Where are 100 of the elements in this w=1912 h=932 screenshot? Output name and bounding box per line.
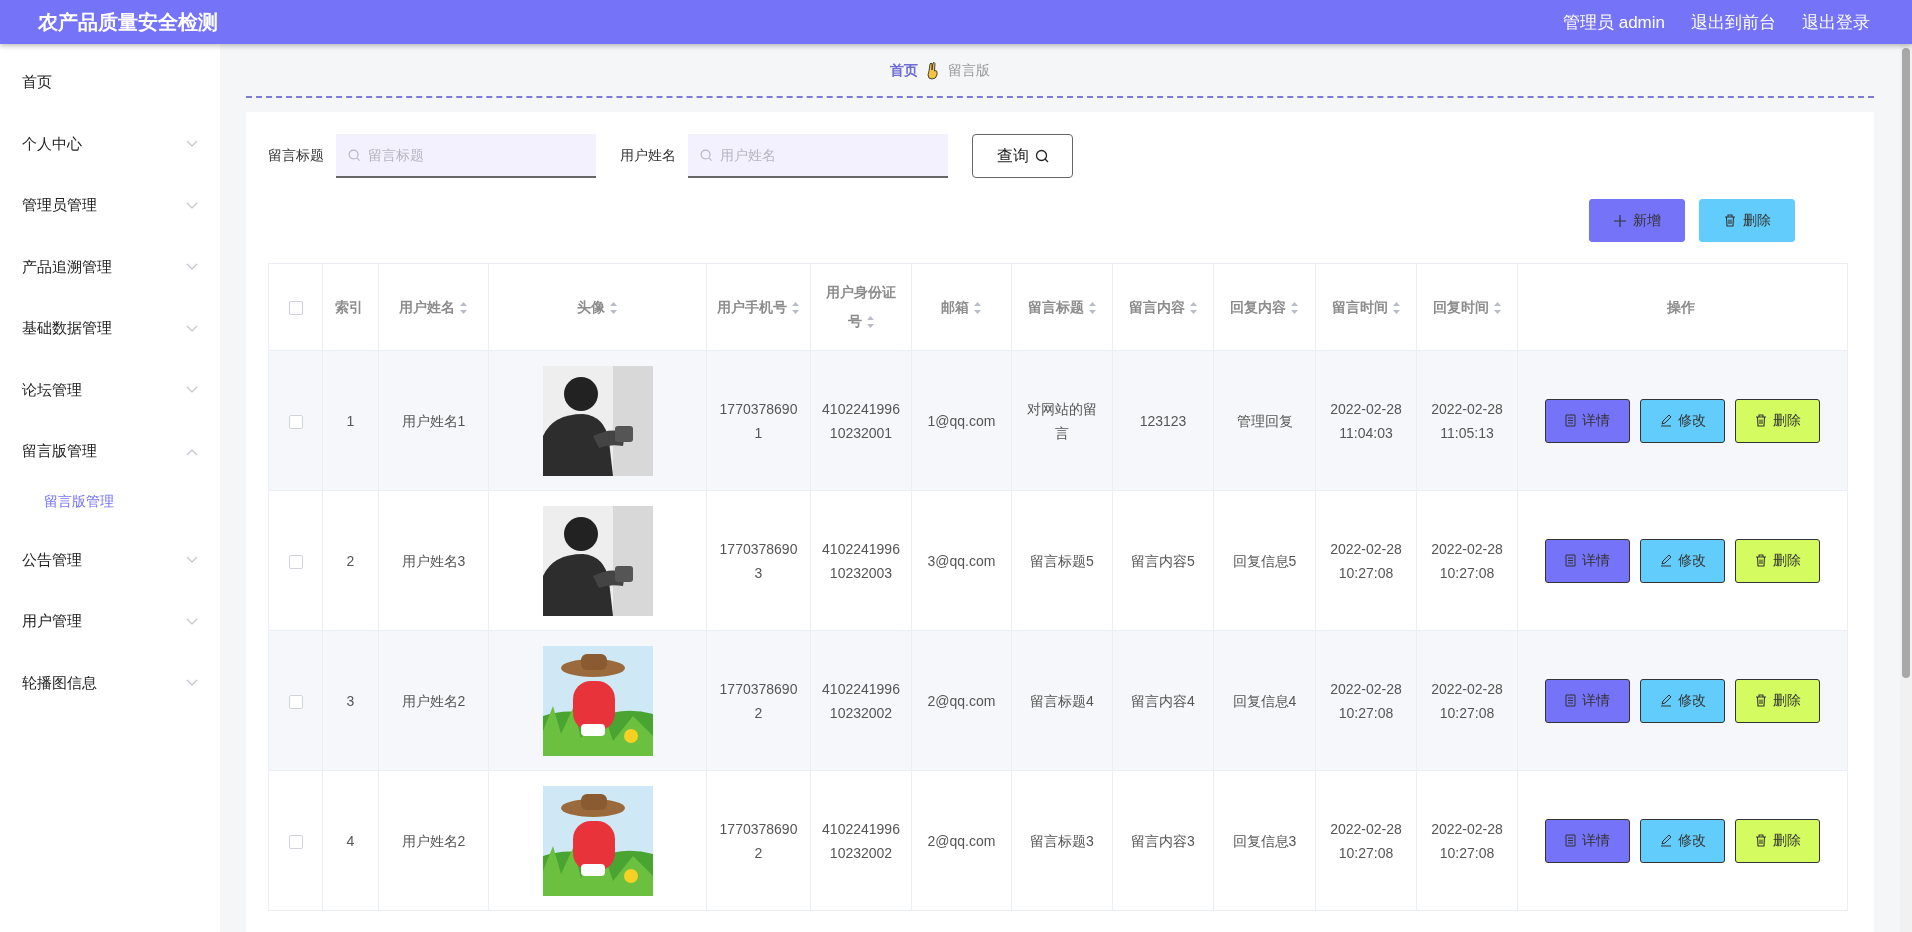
document-icon (1565, 834, 1576, 847)
chevron-icon (186, 556, 198, 565)
sidebar-item[interactable]: 个人中心 (0, 113, 220, 175)
chevron-icon (186, 447, 198, 456)
detail-button[interactable]: 详情 (1545, 818, 1630, 863)
trash-icon (1754, 834, 1767, 847)
column-header[interactable]: 留言标题 (1011, 263, 1113, 351)
search-field[interactable]: 留言标题 (336, 134, 596, 178)
table-cell: 410224199610232001 (810, 350, 912, 491)
table-cell: 3 (322, 630, 379, 771)
search-icon (348, 149, 361, 162)
delete-button[interactable]: 删除 (1699, 199, 1795, 242)
chevron-icon (186, 617, 198, 626)
sort-icon[interactable] (865, 315, 875, 330)
table-cell: 2@qq.com (911, 630, 1012, 771)
table-cell: 2022-02-28 11:04:03 (1315, 350, 1417, 491)
table-cell: 用户姓名3 (378, 490, 489, 631)
table-cell: 2022-02-28 10:27:08 (1416, 490, 1518, 631)
delete-button[interactable]: 删除 (1735, 678, 1820, 723)
sort-icon[interactable] (791, 300, 800, 315)
trash-icon (1723, 214, 1736, 227)
breadcrumb-link[interactable]: 首页 (890, 62, 918, 80)
header-link[interactable]: 退出到前台 (1691, 10, 1776, 34)
sidebar-item[interactable]: 用户管理 (0, 591, 220, 653)
table-cell: 2@qq.com (911, 770, 1012, 911)
sidebar-item[interactable]: 公告管理 (0, 529, 220, 591)
document-icon (1565, 694, 1576, 707)
table-cell: 对网站的留言 (1011, 350, 1113, 491)
plus-icon (1613, 214, 1626, 227)
chevron-icon (186, 324, 198, 333)
edit-button[interactable]: 修改 (1640, 678, 1725, 723)
sort-icon[interactable] (1188, 300, 1198, 315)
column-header[interactable]: 用户手机号 (706, 263, 811, 351)
table-cell: 4 (322, 770, 379, 911)
column-header[interactable]: 头像 (488, 263, 707, 351)
sidebar-item[interactable]: 轮播图信息 (0, 652, 220, 714)
table-cell: 17703786902 (706, 770, 811, 911)
delete-button[interactable]: 删除 (1735, 398, 1820, 443)
breadcrumb-link[interactable]: 留言版 (948, 62, 990, 80)
sort-icon[interactable] (1290, 300, 1299, 315)
column-header[interactable]: 索引 (322, 263, 379, 351)
checkbox[interactable] (288, 834, 303, 849)
checkbox[interactable] (288, 694, 303, 709)
pencil-icon (1659, 554, 1672, 567)
checkbox[interactable] (288, 414, 303, 429)
chevron-icon (186, 201, 198, 210)
detail-button[interactable]: 详情 (1545, 398, 1630, 443)
checkbox[interactable] (288, 554, 303, 569)
header-link[interactable]: 管理员 admin (1562, 10, 1665, 34)
table-cell: 410224199610232002 (810, 630, 912, 771)
table-cell: 回复信息4 (1213, 630, 1316, 771)
pencil-icon (1659, 694, 1672, 707)
trash-icon (1754, 414, 1767, 427)
table-cell: 留言内容5 (1112, 490, 1214, 631)
table-cell: 1 (322, 350, 379, 491)
search-button[interactable]: 查询 (972, 134, 1073, 178)
column-header[interactable]: 回复内容 (1213, 263, 1316, 351)
sort-icon[interactable] (1087, 300, 1097, 315)
column-header[interactable]: 用户姓名 (378, 263, 489, 351)
sidebar-item[interactable]: 基础数据管理 (0, 298, 220, 360)
column-header[interactable]: 邮箱 (911, 263, 1012, 351)
table-cell: 留言标题5 (1011, 490, 1113, 631)
sidebar-item[interactable]: 首页 (0, 52, 220, 114)
table-cell: 1@qq.com (911, 350, 1012, 491)
delete-button[interactable]: 删除 (1735, 538, 1820, 583)
table-cell: 17703786903 (706, 490, 811, 631)
search-field[interactable]: 用户姓名 (688, 134, 948, 178)
sort-icon[interactable] (1492, 300, 1502, 315)
edit-button[interactable]: 修改 (1640, 538, 1725, 583)
edit-button[interactable]: 修改 (1640, 818, 1725, 863)
column-header[interactable]: 用户身份证号 (810, 263, 912, 351)
table-cell: 3@qq.com (911, 490, 1012, 631)
sidebar-item[interactable]: 论坛管理 (0, 359, 220, 421)
sort-icon[interactable] (973, 300, 982, 315)
sort-icon[interactable] (459, 300, 468, 315)
detail-button[interactable]: 详情 (1545, 678, 1630, 723)
delete-button[interactable]: 删除 (1735, 818, 1820, 863)
table-cell: 2022-02-28 11:05:13 (1416, 350, 1518, 491)
column-header[interactable]: 操作 (1517, 263, 1848, 351)
pencil-icon (1659, 414, 1672, 427)
app-title: 农产品质量安全检测 (38, 9, 218, 35)
document-icon (1565, 414, 1576, 427)
table-cell: 用户姓名2 (378, 770, 489, 911)
column-header[interactable]: 回复时间 (1416, 263, 1518, 351)
checkbox[interactable] (288, 300, 303, 315)
sidebar-item[interactable]: 管理员管理 (0, 175, 220, 237)
detail-button[interactable]: 详情 (1545, 538, 1630, 583)
table-cell: 17703786902 (706, 630, 811, 771)
scrollbar[interactable] (1900, 44, 1912, 932)
table-cell: 留言标题4 (1011, 630, 1113, 771)
edit-button[interactable]: 修改 (1640, 398, 1725, 443)
column-header[interactable]: 留言时间 (1315, 263, 1417, 351)
sort-icon[interactable] (1391, 300, 1401, 315)
add-button[interactable]: 新增 (1589, 199, 1685, 242)
header-link[interactable]: 退出登录 (1802, 10, 1870, 34)
table-cell: 2022-02-28 10:27:08 (1315, 770, 1417, 911)
table-cell: 17703786901 (706, 350, 811, 491)
sidebar-item[interactable]: 产品追溯管理 (0, 236, 220, 298)
column-header[interactable]: 留言内容 (1112, 263, 1214, 351)
sort-icon[interactable] (609, 300, 618, 315)
